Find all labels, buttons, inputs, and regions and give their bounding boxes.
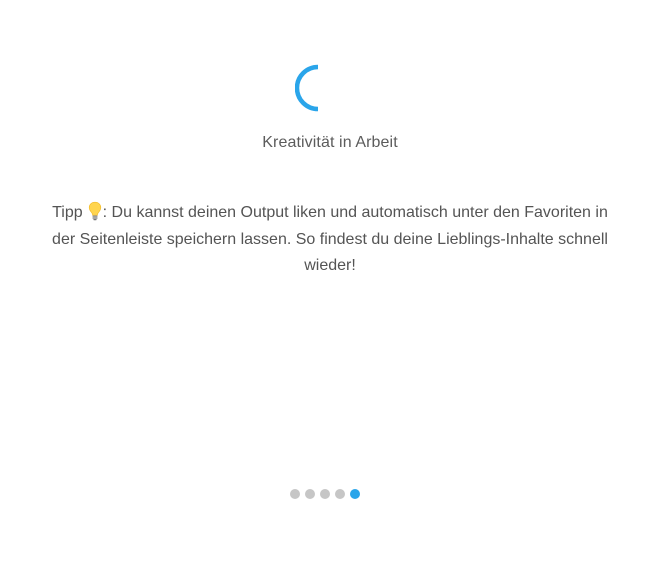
tip-text: : Du kannst deinen Output liken und auto…	[52, 204, 608, 274]
loading-status-text: Kreativität in Arbeit	[262, 134, 398, 151]
pagination-dot[interactable]	[320, 489, 330, 499]
pagination-dot[interactable]	[290, 489, 300, 499]
tip-paragraph: Tipp : Du kannst deinen Output liken und…	[40, 200, 620, 280]
lightbulb-icon	[88, 201, 101, 221]
pagination-dots	[290, 489, 360, 499]
tip-prefix: Tipp	[52, 204, 83, 221]
pagination-dot-active[interactable]	[350, 489, 360, 499]
pagination-dot[interactable]	[335, 489, 345, 499]
pagination-dot[interactable]	[305, 489, 315, 499]
loading-spinner-icon	[295, 64, 319, 112]
